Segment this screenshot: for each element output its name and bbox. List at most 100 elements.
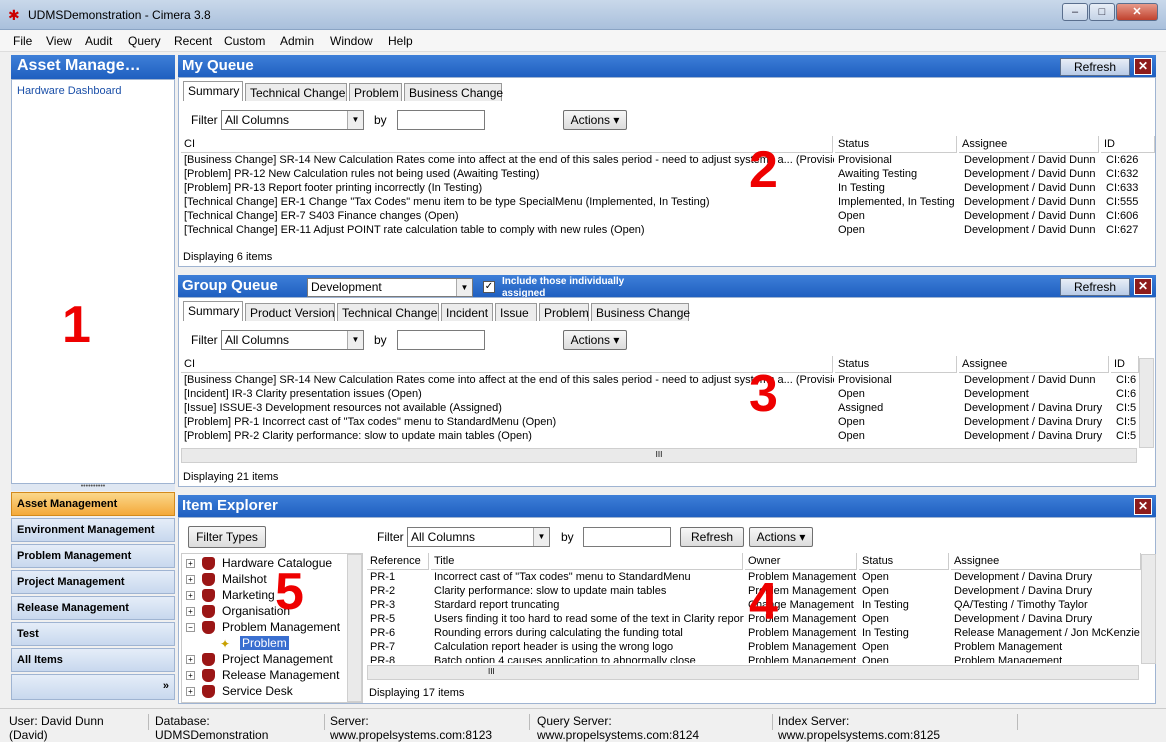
table-cell: Calculation report header is using the w… (434, 641, 674, 653)
tree-item-label: Release Management (222, 668, 340, 682)
col-id[interactable]: ID (1111, 356, 1139, 373)
col-status[interactable]: Status (859, 553, 949, 570)
col-assignee[interactable]: Assignee (959, 356, 1109, 373)
item-explorer-close-icon[interactable]: ✕ (1134, 498, 1152, 515)
expand-icon[interactable]: + (186, 591, 195, 600)
menu-admin[interactable]: Admin (280, 34, 314, 48)
col-owner[interactable]: Owner (745, 553, 857, 570)
actions-button[interactable]: Actions ▾ (563, 110, 627, 130)
group-queue-refresh-button[interactable]: Refresh (1060, 278, 1130, 296)
nav-splitter[interactable]: •••••••••• (11, 483, 175, 491)
tab-problem[interactable]: Problem (349, 83, 402, 101)
expand-icon[interactable]: + (186, 575, 195, 584)
nav-project-management[interactable]: Project Management (11, 570, 175, 594)
table-row[interactable]: [Business Change] SR-14 New Calculation … (179, 154, 1155, 168)
nav-test[interactable]: Test (11, 622, 175, 646)
folder-icon (202, 653, 215, 666)
actions-button[interactable]: Actions ▾ (749, 527, 813, 547)
maximize-button[interactable]: □ (1089, 3, 1115, 21)
col-status[interactable]: Status (835, 356, 957, 373)
tab-business-change[interactable]: Business Change (591, 303, 690, 321)
expand-icon[interactable]: + (186, 687, 195, 696)
filter-select[interactable]: All Columns ▼ (221, 110, 364, 130)
table-cell: Open (838, 210, 865, 222)
tab-summary[interactable]: Summary (183, 301, 243, 321)
table-row[interactable]: [Technical Change] ER-1 Change "Tax Code… (179, 196, 1155, 210)
table-row[interactable]: [Business Change] SR-14 New Calculation … (179, 374, 1139, 388)
my-queue-close-icon[interactable]: ✕ (1134, 58, 1152, 75)
minimize-button[interactable]: – (1062, 3, 1088, 21)
tab-problem[interactable]: Problem (539, 303, 589, 321)
table-row[interactable]: PR-7 Calculation report header is using t… (367, 641, 1141, 655)
expand-icon[interactable]: + (186, 607, 195, 616)
hardware-dashboard-link[interactable]: Hardware Dashboard (17, 85, 122, 97)
tab-product-version[interactable]: Product Version (245, 303, 335, 321)
tab-business-change[interactable]: Business Change (404, 83, 503, 101)
actions-button[interactable]: Actions ▾ (563, 330, 627, 350)
table-row[interactable]: [Problem] PR-2 Clarity performance: slow… (179, 430, 1139, 444)
group-queue-close-icon[interactable]: ✕ (1134, 278, 1152, 295)
tab-incident[interactable]: Incident (441, 303, 493, 321)
table-cell: CI:5 (1116, 402, 1137, 414)
explorer-vscrollbar[interactable] (1141, 554, 1156, 664)
table-row[interactable]: [Problem] PR-13 Report footer printing i… (179, 182, 1155, 196)
table-row[interactable]: [Issue] ISSUE-3 Development resources no… (179, 402, 1139, 416)
table-cell: CI:5 (1116, 430, 1137, 442)
close-window-button[interactable]: ✕ (1116, 3, 1158, 21)
expand-icon[interactable]: − (186, 623, 195, 632)
nav-asset-management[interactable]: Asset Management (11, 492, 175, 516)
marker-1: 1 (62, 296, 91, 354)
table-cell: Development / Davina Drury (954, 585, 1093, 597)
menu-custom[interactable]: Custom (224, 34, 265, 48)
col-title[interactable]: Title (431, 553, 743, 570)
table-cell: Development / Davina Drury (954, 613, 1093, 625)
my-queue-refresh-button[interactable]: Refresh (1060, 58, 1130, 76)
tree-vscrollbar[interactable] (347, 554, 362, 702)
tab-technical-change[interactable]: Technical Change (337, 303, 439, 321)
table-cell: [Problem] PR-12 New Calculation rules no… (184, 168, 540, 180)
menu-help[interactable]: Help (388, 34, 413, 48)
tab-issue[interactable]: Issue (495, 303, 537, 321)
tab-technical-change[interactable]: Technical Change (245, 83, 347, 101)
table-row[interactable]: PR-8 Batch option 4 causes application to… (367, 655, 1141, 663)
table-row[interactable]: [Problem] PR-12 New Calculation rules no… (179, 168, 1155, 182)
col-id[interactable]: ID (1101, 136, 1155, 153)
expand-icon[interactable]: + (186, 671, 195, 680)
col-ci[interactable]: CI (181, 356, 833, 373)
menu-window[interactable]: Window (330, 34, 373, 48)
table-row[interactable]: [Technical Change] ER-11 Adjust POINT ra… (179, 224, 1155, 238)
nav-more-button[interactable]: » (11, 674, 175, 700)
table-row[interactable]: [Incident] IR-3 Clarity presentation iss… (179, 388, 1139, 402)
menu-query[interactable]: Query (128, 34, 161, 48)
explorer-refresh-button[interactable]: Refresh (680, 527, 744, 547)
filter-by-input[interactable] (583, 527, 671, 547)
nav-problem-management[interactable]: Problem Management (11, 544, 175, 568)
include-checkbox[interactable]: ✓ (483, 281, 495, 293)
filter-select[interactable]: All Columns ▼ (407, 527, 550, 547)
nav-release-management[interactable]: Release Management (11, 596, 175, 620)
filter-by-input[interactable] (397, 110, 485, 130)
group-queue-hscrollbar[interactable]: III (181, 448, 1137, 463)
col-ci[interactable]: CI (181, 136, 833, 153)
group-queue-vscrollbar[interactable] (1139, 358, 1154, 448)
tab-summary[interactable]: Summary (183, 81, 243, 101)
menu-recent[interactable]: Recent (174, 34, 212, 48)
explorer-hscrollbar[interactable]: III (367, 665, 1139, 680)
filter-select[interactable]: All Columns ▼ (221, 330, 364, 350)
col-assignee[interactable]: Assignee (951, 553, 1141, 570)
col-assignee[interactable]: Assignee (959, 136, 1099, 153)
filter-types-button[interactable]: Filter Types (188, 526, 266, 548)
filter-by-input[interactable] (397, 330, 485, 350)
table-row[interactable]: [Problem] PR-1 Incorrect cast of "Tax co… (179, 416, 1139, 430)
nav-all-items[interactable]: All Items (11, 648, 175, 672)
expand-icon[interactable]: + (186, 559, 195, 568)
col-status[interactable]: Status (835, 136, 957, 153)
col-reference[interactable]: Reference (367, 553, 429, 570)
menu-view[interactable]: View (46, 34, 72, 48)
expand-icon[interactable]: + (186, 655, 195, 664)
menu-audit[interactable]: Audit (85, 34, 112, 48)
nav-environment-management[interactable]: Environment Management (11, 518, 175, 542)
table-row[interactable]: [Technical Change] ER-7 S403 Finance cha… (179, 210, 1155, 224)
menu-file[interactable]: File (13, 34, 32, 48)
group-select[interactable]: Development ▼ (307, 278, 473, 297)
